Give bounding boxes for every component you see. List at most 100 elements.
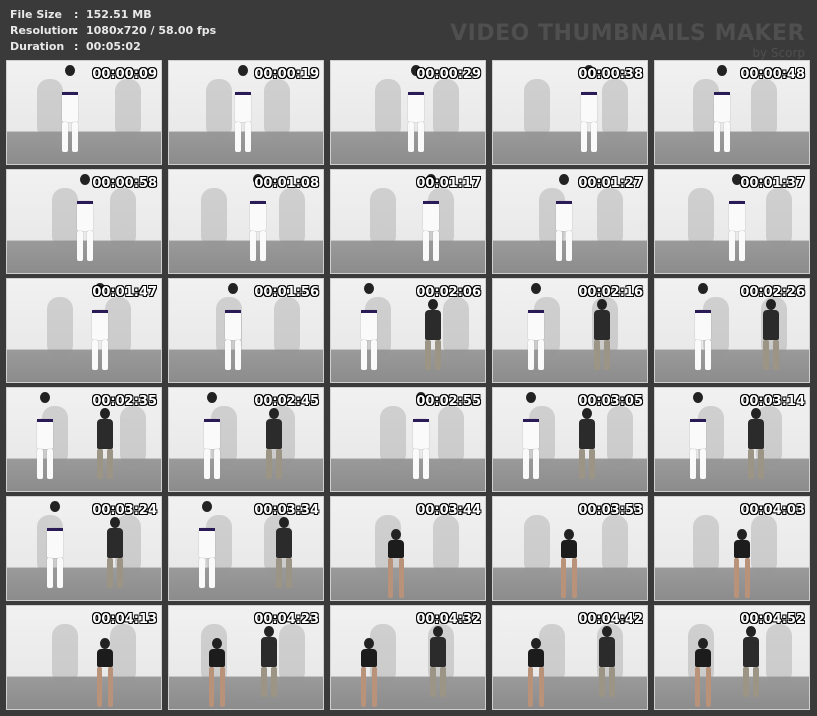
timestamp: 00:01:17 bbox=[416, 176, 481, 191]
figure-leg bbox=[430, 667, 436, 697]
timestamp: 00:03:24 bbox=[92, 503, 157, 518]
figure-head bbox=[717, 65, 727, 76]
video-thumbnail[interactable]: 00:01:17 bbox=[330, 169, 486, 274]
video-thumbnail[interactable]: 00:04:13 bbox=[6, 605, 162, 710]
figure-legs bbox=[97, 449, 113, 479]
figure-leg bbox=[117, 558, 123, 588]
timestamp: 00:03:05 bbox=[578, 394, 643, 409]
figure-body bbox=[92, 310, 108, 340]
figure-leg bbox=[47, 449, 53, 479]
wall-shadow bbox=[110, 624, 136, 684]
figure-leg bbox=[413, 449, 419, 479]
person-figure-dark bbox=[276, 517, 292, 588]
wall-shadow bbox=[37, 79, 63, 139]
person-figure-gi bbox=[62, 65, 78, 152]
person-figure-dress bbox=[388, 529, 404, 598]
figure-body bbox=[528, 310, 544, 340]
figure-leg bbox=[225, 340, 231, 370]
video-thumbnail[interactable]: 00:00:29 bbox=[330, 60, 486, 165]
video-thumbnail[interactable]: 00:00:19 bbox=[168, 60, 324, 165]
video-thumbnail[interactable]: 00:01:56 bbox=[168, 278, 324, 383]
wall-shadow bbox=[120, 406, 146, 466]
figure-legs bbox=[250, 231, 266, 261]
figure-legs bbox=[714, 122, 730, 152]
figure-leg bbox=[739, 231, 745, 261]
figure-body bbox=[695, 649, 711, 667]
belt bbox=[92, 310, 108, 313]
video-thumbnail[interactable]: 00:04:23 bbox=[168, 605, 324, 710]
timestamp: 00:04:03 bbox=[740, 503, 805, 518]
figure-head bbox=[269, 408, 279, 419]
video-thumbnail[interactable]: 00:03:44 bbox=[330, 496, 486, 601]
figure-legs bbox=[729, 231, 745, 261]
video-thumbnail[interactable]: 00:02:55 bbox=[330, 387, 486, 492]
figure-head bbox=[698, 638, 708, 649]
figure-body bbox=[97, 649, 113, 667]
video-thumbnail[interactable]: 00:01:47 bbox=[6, 278, 162, 383]
wall-shadow bbox=[201, 188, 227, 248]
figure-body bbox=[204, 419, 220, 449]
video-thumbnail[interactable]: 00:02:45 bbox=[168, 387, 324, 492]
video-thumbnail[interactable]: 00:02:06 bbox=[330, 278, 486, 383]
separator: : bbox=[74, 40, 79, 53]
video-thumbnail[interactable]: 00:03:05 bbox=[492, 387, 648, 492]
person-figure-gi bbox=[225, 283, 241, 370]
video-thumbnail[interactable]: 00:02:26 bbox=[654, 278, 810, 383]
video-thumbnail[interactable]: 00:03:34 bbox=[168, 496, 324, 601]
figure-head bbox=[582, 408, 592, 419]
timestamp: 00:02:26 bbox=[740, 285, 805, 300]
video-thumbnail[interactable]: 00:01:08 bbox=[168, 169, 324, 274]
figure-legs bbox=[261, 667, 277, 697]
video-thumbnail[interactable]: 00:00:58 bbox=[6, 169, 162, 274]
video-thumbnail[interactable]: 00:00:38 bbox=[492, 60, 648, 165]
figure-leg bbox=[572, 558, 577, 598]
belt bbox=[528, 310, 544, 313]
video-thumbnail[interactable]: 00:02:16 bbox=[492, 278, 648, 383]
timestamp: 00:04:32 bbox=[416, 612, 481, 627]
figure-leg bbox=[724, 122, 730, 152]
video-thumbnail[interactable]: 00:00:48 bbox=[654, 60, 810, 165]
figure-body bbox=[361, 649, 377, 667]
figure-head bbox=[207, 392, 217, 403]
figure-body bbox=[62, 92, 78, 122]
video-thumbnail[interactable]: 00:03:14 bbox=[654, 387, 810, 492]
video-thumbnail[interactable]: 00:04:52 bbox=[654, 605, 810, 710]
figure-leg bbox=[523, 449, 529, 479]
belt bbox=[413, 419, 429, 422]
video-thumbnail[interactable]: 00:03:24 bbox=[6, 496, 162, 601]
figure-head bbox=[766, 299, 776, 310]
video-thumbnail[interactable]: 00:04:03 bbox=[654, 496, 810, 601]
figure-leg bbox=[433, 231, 439, 261]
figure-leg bbox=[729, 231, 735, 261]
figure-body bbox=[748, 419, 764, 449]
wall-shadow bbox=[766, 188, 792, 248]
video-thumbnail[interactable]: 00:04:32 bbox=[330, 605, 486, 710]
video-thumbnail[interactable]: 00:01:37 bbox=[654, 169, 810, 274]
figure-legs bbox=[594, 340, 610, 370]
wall-shadow bbox=[602, 515, 628, 575]
person-figure-dark bbox=[579, 408, 595, 479]
person-figure-gi bbox=[556, 174, 572, 261]
wall-shadow bbox=[274, 297, 300, 357]
figure-head bbox=[228, 283, 238, 294]
figure-leg bbox=[705, 340, 711, 370]
wall-shadow bbox=[524, 515, 550, 575]
video-thumbnail[interactable]: 00:02:35 bbox=[6, 387, 162, 492]
figure-body bbox=[561, 540, 577, 558]
figure-leg bbox=[87, 231, 93, 261]
person-figure-dark bbox=[425, 299, 441, 370]
video-thumbnail[interactable]: 00:04:42 bbox=[492, 605, 648, 710]
figure-head bbox=[238, 65, 248, 76]
timestamp: 00:00:29 bbox=[416, 67, 481, 82]
figure-body bbox=[250, 201, 266, 231]
belt bbox=[523, 419, 539, 422]
video-thumbnail[interactable]: 00:01:27 bbox=[492, 169, 648, 274]
person-figure-gi bbox=[77, 174, 93, 261]
figure-body bbox=[266, 419, 282, 449]
video-thumbnail[interactable]: 00:00:09 bbox=[6, 60, 162, 165]
video-thumbnail[interactable]: 00:03:53 bbox=[492, 496, 648, 601]
figure-head bbox=[428, 299, 438, 310]
figure-body bbox=[425, 310, 441, 340]
resolution-value: 1080x720 / 58.00 fps bbox=[86, 24, 217, 37]
belt bbox=[361, 310, 377, 313]
